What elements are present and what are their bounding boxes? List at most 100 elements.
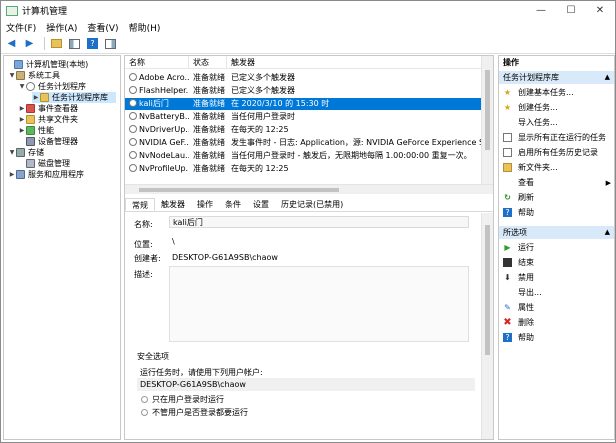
action-view[interactable]: 查看 ▶: [503, 176, 613, 189]
menu-bar: 文件(F) 操作(A) 查看(V) 帮助(H): [1, 20, 615, 34]
action-label: 创建基本任务...: [518, 88, 574, 97]
section-selected-item[interactable]: 所选项 ▲: [499, 226, 614, 239]
minimize-button[interactable]: —: [526, 1, 556, 20]
back-button[interactable]: ◀: [4, 36, 19, 51]
task-row[interactable]: Adobe Acro... 准备就绪 已定义多个触发器: [125, 72, 481, 84]
window-title: 计算机管理: [22, 7, 68, 17]
action-end[interactable]: 结束: [503, 256, 613, 269]
radio-unchecked-icon[interactable]: [141, 408, 148, 416]
action-import-task[interactable]: 导入任务...: [503, 116, 613, 129]
menu-file[interactable]: 文件(F): [1, 21, 41, 34]
tree-item-computer-management[interactable]: 计算机管理(本地): [6, 59, 88, 70]
column-header-name[interactable]: 名称: [125, 56, 189, 68]
action-run[interactable]: ▶ 运行: [503, 241, 613, 254]
action-export[interactable]: 导出...: [503, 286, 613, 299]
expand-right-icon[interactable]: ▶: [8, 171, 16, 178]
tree-label: 设备管理器: [38, 137, 78, 146]
run-only-when-logged-on-option[interactable]: 只在用户登录时运行: [141, 394, 224, 405]
task-list-vertical-scrollbar[interactable]: [481, 56, 493, 184]
column-header-status[interactable]: 状态: [189, 56, 227, 68]
tree-item-performance[interactable]: ▶ 性能: [18, 125, 54, 136]
collapse-up-icon[interactable]: ▲: [605, 226, 610, 239]
tree-item-task-scheduler-library[interactable]: ▶ 任务计划程序库: [32, 92, 116, 103]
action-disable[interactable]: ⬇ 禁用: [503, 271, 613, 284]
task-row[interactable]: NvDriverUp... 准备就绪 在每天的 12:25: [125, 124, 481, 136]
tab-triggers[interactable]: 触发器: [155, 198, 191, 211]
tab-actions[interactable]: 操作: [191, 198, 219, 211]
scrollbar-thumb[interactable]: [139, 188, 339, 192]
tab-settings[interactable]: 设置: [247, 198, 275, 211]
task-row[interactable]: NvProfileUp... 准备就绪 在每天的 12:25: [125, 163, 481, 175]
tab-history[interactable]: 历史记录(已禁用): [275, 198, 349, 211]
close-button[interactable]: ✕: [585, 1, 615, 20]
action-properties[interactable]: ✎ 属性: [503, 301, 613, 314]
tree-item-storage[interactable]: ▼ 存储: [8, 147, 44, 158]
task-status: 准备就绪: [193, 112, 225, 121]
menu-help[interactable]: 帮助(H): [124, 21, 166, 34]
task-trigger: 在 2020/3/10 的 15:30 时: [231, 99, 330, 108]
tree-item-disk-management[interactable]: 磁盘管理: [18, 158, 70, 169]
expand-right-icon[interactable]: ▶: [18, 105, 26, 112]
task-row[interactable]: NvNodeLau... 准备就绪 当任何用户登录时 - 触发后，无限期地每隔 …: [125, 150, 481, 162]
tree-item-shared-folders[interactable]: ▶ 共享文件夹: [18, 114, 78, 125]
show-hide-tree-button[interactable]: [67, 36, 82, 51]
expand-right-icon[interactable]: ▶: [32, 94, 40, 101]
tab-conditions[interactable]: 条件: [219, 198, 247, 211]
expand-right-icon[interactable]: ▶: [18, 127, 26, 134]
task-name: FlashHelper...: [139, 86, 189, 95]
section-task-scheduler-library[interactable]: 任务计划程序库 ▲: [499, 71, 614, 84]
action-new-folder[interactable]: 新文件夹...: [503, 161, 613, 174]
collapse-up-icon[interactable]: ▲: [605, 71, 610, 84]
maximize-button[interactable]: ☐: [556, 1, 586, 20]
tab-general[interactable]: 常规: [125, 198, 155, 211]
menu-action[interactable]: 操作(A): [41, 21, 82, 34]
task-name: NvDriverUp...: [139, 125, 189, 134]
security-options-title: 安全选项: [137, 352, 169, 361]
tree-item-event-viewer[interactable]: ▶ 事件查看器: [18, 103, 78, 114]
scrollbar-thumb[interactable]: [485, 70, 490, 150]
menu-view[interactable]: 查看(V): [82, 21, 123, 34]
description-field[interactable]: [169, 266, 469, 342]
forward-button[interactable]: ▶: [22, 36, 37, 51]
task-row[interactable]: FlashHelper... 准备就绪 已定义多个触发器: [125, 85, 481, 97]
action-help-selected[interactable]: ? 帮助: [503, 331, 613, 344]
action-delete[interactable]: ✖ 删除: [503, 316, 613, 329]
clock-icon: [26, 82, 35, 91]
actions-title: 操作: [503, 58, 519, 67]
expand-right-icon[interactable]: ▶: [18, 116, 26, 123]
tree-item-system-tools[interactable]: ▼ 系统工具: [8, 70, 60, 81]
computer-management-window: 计算机管理 — ☐ ✕ 文件(F) 操作(A) 查看(V) 帮助(H) ◀ ▶ …: [0, 0, 616, 443]
help-button[interactable]: ?: [85, 36, 100, 51]
detail-vertical-scrollbar[interactable]: [481, 213, 493, 439]
action-show-running-tasks[interactable]: 显示所有正在运行的任务: [503, 131, 613, 144]
task-row[interactable]: NVIDIA GeF... 准备就绪 发生事件时 - 日志: Applicati…: [125, 137, 481, 149]
tree-item-services-applications[interactable]: ▶ 服务和应用程序: [8, 169, 84, 180]
task-status: 准备就绪: [193, 99, 225, 108]
task-list-horizontal-scrollbar[interactable]: [125, 184, 493, 194]
radio-unchecked-icon[interactable]: [141, 396, 148, 403]
radio-label: 不管用户是否登录都要运行: [152, 408, 248, 416]
tree-item-device-manager[interactable]: 设备管理器: [18, 136, 78, 147]
task-list-panel: 名称 状态 触发器 Adobe Acro... 准备就绪 已定义多个触发器 Fl…: [124, 55, 494, 440]
action-refresh[interactable]: ↻ 刷新: [503, 191, 613, 204]
expand-down-icon[interactable]: ▼: [8, 149, 16, 156]
task-clock-icon: [129, 112, 137, 120]
action-help[interactable]: ? 帮助: [503, 206, 613, 219]
action-pane-button[interactable]: [103, 36, 118, 51]
task-row[interactable]: NvBatteryB... 准备就绪 当任何用户登录时: [125, 111, 481, 123]
name-field[interactable]: kali后门: [169, 216, 469, 228]
run-whether-logged-on-option[interactable]: 不管用户是否登录都要运行: [141, 408, 248, 416]
expand-down-icon[interactable]: ▼: [8, 72, 16, 79]
expand-down-icon[interactable]: ▼: [18, 83, 26, 90]
column-header-trigger[interactable]: 触发器: [227, 56, 481, 68]
up-folder-button[interactable]: [49, 36, 64, 51]
task-row-selected[interactable]: kali后门 准备就绪 在 2020/3/10 的 15:30 时: [125, 98, 481, 110]
action-create-task[interactable]: ★ 创建任务...: [503, 101, 613, 114]
action-create-basic-task[interactable]: ★ 创建基本任务...: [503, 86, 613, 99]
action-enable-history[interactable]: 启用所有任务历史记录: [503, 146, 613, 159]
tree-pane-icon: [69, 38, 80, 49]
section-label: 所选项: [503, 228, 527, 237]
action-label: 新文件夹...: [518, 163, 558, 172]
tree-item-task-scheduler[interactable]: ▼ 任务计划程序: [18, 81, 86, 92]
scrollbar-thumb[interactable]: [485, 225, 490, 355]
